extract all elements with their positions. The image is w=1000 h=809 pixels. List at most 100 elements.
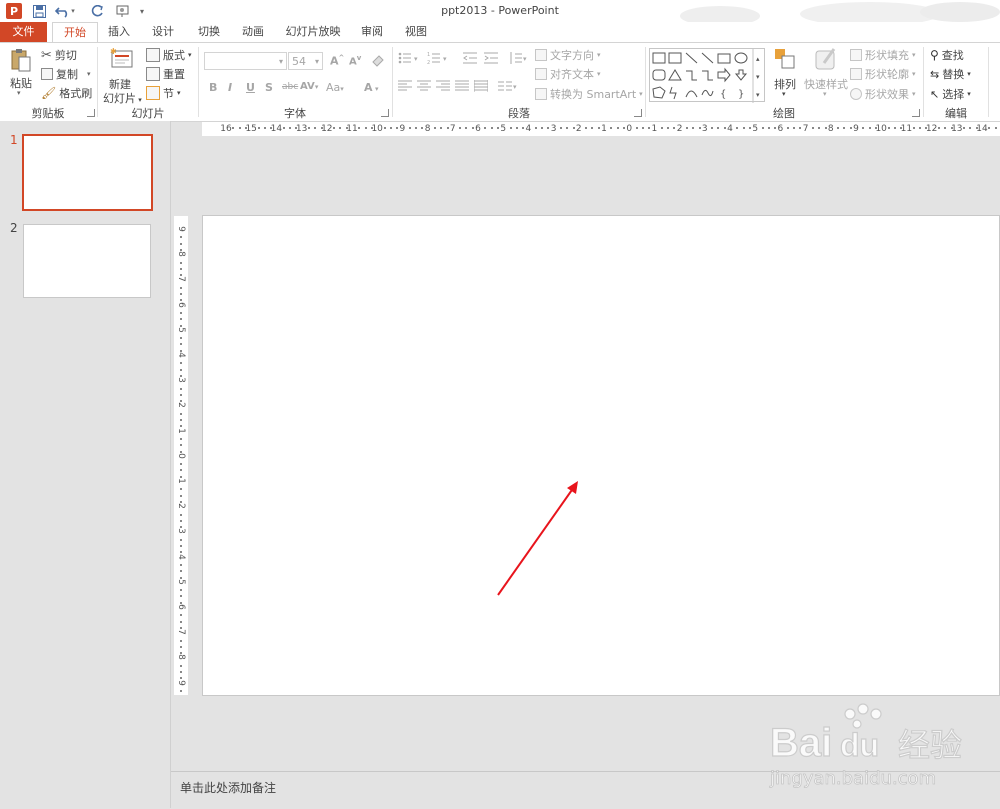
change-case-button[interactable]: Aa▾ <box>326 81 344 94</box>
ruler-tick <box>421 127 424 129</box>
line-spacing-icon[interactable]: ▾ <box>508 51 530 68</box>
ruler-tick <box>180 261 182 264</box>
ruler-tick <box>465 127 468 129</box>
ruler-tick-label: 6 <box>777 124 784 134</box>
tab-review[interactable]: 审阅 <box>354 22 390 42</box>
columns-icon[interactable]: ▾ <box>498 80 520 95</box>
ruler-tick <box>180 595 182 598</box>
ruler-tick <box>180 614 182 617</box>
ruler-tick-label: 10 <box>875 124 887 134</box>
find-button[interactable]: ⚲ 查找 <box>930 47 964 63</box>
shape-fill-button[interactable]: 形状填充 ▾ <box>850 47 916 63</box>
cursor-icon: ↖ <box>930 87 940 101</box>
tab-insert[interactable]: 插入 <box>100 22 138 42</box>
grow-font-button[interactable]: A^ <box>330 54 344 68</box>
ruler-tick <box>522 127 525 129</box>
tab-file[interactable]: 文件 <box>0 22 47 42</box>
slide-number: 1 <box>10 133 18 147</box>
tab-transitions[interactable]: 切换 <box>190 22 228 42</box>
italic-button[interactable]: I <box>228 81 232 94</box>
shape-effects-button[interactable]: 形状效果 ▾ <box>850 86 916 102</box>
clipboard-launcher-icon[interactable] <box>87 109 95 117</box>
align-text-label: 对齐文本 <box>550 68 594 81</box>
slide-thumbnail-1[interactable] <box>22 134 153 211</box>
format-painter-button[interactable]: 🖌 格式刷 <box>41 85 92 101</box>
ruler-tick <box>180 343 182 346</box>
editing-group-label: 编辑 <box>945 107 967 120</box>
ruler-tick <box>180 267 182 270</box>
paste-button[interactable]: 粘贴 ▾ <box>10 47 32 97</box>
align-right-icon[interactable] <box>436 80 450 95</box>
ruler-tick-label: 8 <box>424 124 431 134</box>
decrease-indent-icon[interactable] <box>462 51 478 68</box>
text-direction-button[interactable]: 文字方向 ▾ <box>535 47 601 63</box>
bold-button[interactable]: B <box>209 81 217 94</box>
layout-button[interactable]: 版式 ▾ <box>146 47 192 63</box>
tab-view[interactable]: 视图 <box>398 22 434 42</box>
underline-button[interactable]: U <box>246 81 255 94</box>
clipboard-group-label: 剪贴板 <box>31 107 65 120</box>
drawing-launcher-icon[interactable] <box>912 109 920 117</box>
slide-thumbnail-2[interactable] <box>23 224 151 298</box>
ruler-tick <box>180 362 182 365</box>
tab-animations[interactable]: 动画 <box>234 22 272 42</box>
paste-label: 粘贴 <box>10 77 32 90</box>
tab-home[interactable]: 开始 <box>52 22 98 42</box>
shapes-icons: { } ▴ ▾ ▾ <box>652 49 760 103</box>
align-center-icon[interactable] <box>417 80 431 95</box>
bullets-icon[interactable]: ▾ <box>398 51 428 68</box>
ruler-tick <box>515 127 518 129</box>
ruler-tick <box>585 127 588 129</box>
font-size-combo[interactable]: 54 ▾ <box>288 52 323 70</box>
tab-slideshow[interactable]: 幻灯片放映 <box>282 22 344 42</box>
font-name-combo[interactable]: ▾ <box>204 52 287 70</box>
shapes-gallery[interactable]: { } ▴ ▾ ▾ <box>649 48 765 103</box>
ruler-tick-label: 13 <box>295 124 308 134</box>
copy-dropdown-icon[interactable]: ▾ <box>87 70 91 78</box>
convert-smartart-button[interactable]: 转换为 SmartArt ▾ <box>535 86 643 102</box>
paragraph-launcher-icon[interactable] <box>634 109 642 117</box>
ruler-tick <box>180 664 182 667</box>
distributed-icon[interactable] <box>473 80 489 95</box>
select-button[interactable]: ↖ 选择 ▾ <box>930 86 971 102</box>
numbering-icon[interactable]: 1 2 ▾ <box>427 51 457 68</box>
shrink-font-button[interactable]: Av <box>349 54 361 67</box>
shadow-button[interactable]: S <box>265 81 273 94</box>
format-painter-label: 格式刷 <box>59 87 93 100</box>
character-spacing-button[interactable]: AV▾ <box>300 81 318 92</box>
replace-label: 替换 <box>942 68 965 81</box>
ruler-tick-label: 4 <box>176 352 186 358</box>
reset-button[interactable]: 重置 <box>146 66 185 82</box>
ruler-tick-label: 5 <box>176 578 186 585</box>
ruler-tick-label: 11 <box>900 124 913 134</box>
clear-formatting-icon[interactable] <box>371 53 385 70</box>
copy-button[interactable]: 复制 ▾ <box>41 66 91 82</box>
section-button[interactable]: 节 ▾ <box>146 85 181 101</box>
tab-design[interactable]: 设计 <box>144 22 182 42</box>
increase-indent-icon[interactable] <box>483 51 499 68</box>
paste-dropdown-icon[interactable]: ▾ <box>17 89 21 97</box>
replace-button[interactable]: ⇆ 替换 ▾ <box>930 66 971 82</box>
align-text-button[interactable]: 对齐文本 ▾ <box>535 66 601 82</box>
ruler-tick <box>180 242 182 245</box>
ruler-tick <box>289 127 291 129</box>
font-launcher-icon[interactable] <box>381 109 389 117</box>
paintbrush-icon: 🖌 <box>41 86 57 100</box>
shape-outline-button[interactable]: 形状轮廓 ▾ <box>850 66 916 82</box>
align-left-icon[interactable] <box>398 80 412 95</box>
ruler-tick-label: 8 <box>176 654 186 661</box>
copy-label: 复制 <box>56 68 78 81</box>
slide-canvas[interactable] <box>202 215 1000 696</box>
justify-icon[interactable] <box>455 80 469 95</box>
ruler-tick-label: 6 <box>475 124 481 134</box>
ruler-tick-label: 1 <box>176 478 186 484</box>
font-color-button[interactable]: A ▾ <box>364 81 378 94</box>
strikethrough-button[interactable]: abc <box>282 82 298 92</box>
pencil-icon <box>850 68 862 80</box>
ruler-tick <box>761 127 764 129</box>
ruler-tick <box>673 127 676 129</box>
cut-button[interactable]: ✂ 剪切 <box>41 47 77 63</box>
ruler-tick <box>509 127 512 129</box>
paste-icon <box>11 49 31 72</box>
ruler-tick <box>818 127 821 129</box>
